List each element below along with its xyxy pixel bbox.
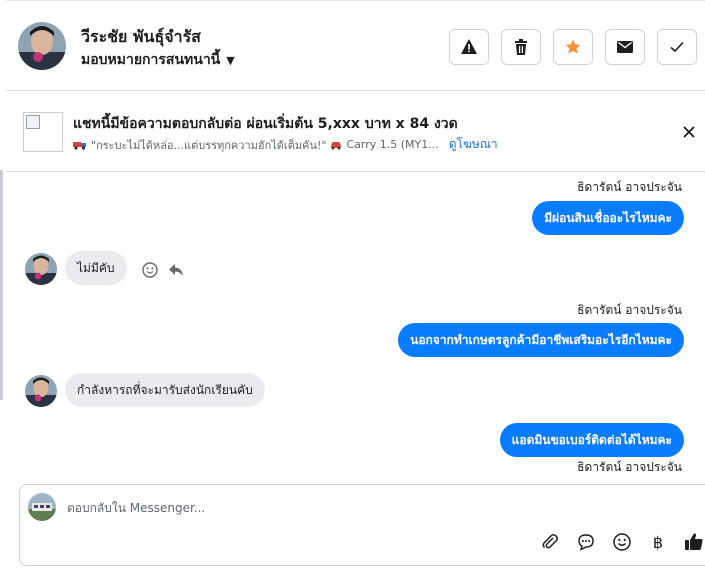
- assign-conversation-dropdown[interactable]: มอบหมายการสนทนานี้ ▼: [81, 49, 235, 71]
- message-sender: ธิดารัตน์ อาจประจัน: [577, 303, 682, 317]
- reply-composer: ฿: [19, 484, 705, 566]
- mail-button[interactable]: [605, 29, 645, 65]
- ad-thumbnail: [23, 112, 63, 152]
- thumbs-up-icon: [685, 533, 703, 550]
- star-button[interactable]: [553, 29, 593, 65]
- incoming-message[interactable]: ไม่มีคับ: [65, 251, 127, 285]
- saved-replies-button[interactable]: [575, 531, 597, 553]
- paperclip-icon: [542, 534, 558, 549]
- close-icon: [683, 126, 695, 138]
- outgoing-message[interactable]: นอกจากทำเกษตรลูกค้ามีอาชีพเสริมอะไรอีกไห…: [398, 323, 684, 357]
- ad-subtitle: "กระบะไม่ได้หล่อ...แต่บรรทุกความฮักได้เต…: [73, 135, 498, 154]
- ad-title: แชทนี้มีข้อความตอบกลับต่อ ผ่อนเริ่มต้น 5…: [73, 116, 458, 132]
- truck-icon: [73, 141, 86, 150]
- comment-icon: [578, 534, 594, 551]
- avatar: [25, 253, 57, 285]
- like-button[interactable]: [683, 531, 705, 553]
- composer-tools: ฿: [539, 531, 705, 553]
- done-button[interactable]: [657, 29, 697, 65]
- conversation-header: วีระชัย พันธุ์จำรัส มอบหมายการสนทนานี้ ▼: [6, 1, 705, 91]
- star-icon: [565, 39, 581, 54]
- page-avatar: [28, 493, 56, 521]
- scrollbar[interactable]: [0, 170, 3, 400]
- message-sender: ธิดารัตน์ อาจประจัน: [577, 460, 682, 474]
- warning-icon: [461, 39, 477, 54]
- outgoing-message[interactable]: มีผ่อนสินเชื่ออะไรไหมคะ: [532, 201, 684, 235]
- check-icon: [670, 41, 684, 53]
- outgoing-message[interactable]: แอดมินขอเบอร์ติดต่อได้ไหมคะ: [499, 423, 684, 457]
- avatar: [25, 375, 57, 407]
- ad-reply-banner: แชทนี้มีข้อความตอบกลับต่อ ผ่อนเริ่มต้น 5…: [6, 92, 705, 172]
- ad-quote: "กระบะไม่ได้หล่อ...แต่บรรทุกความฮักได้เต…: [91, 138, 327, 152]
- attach-button[interactable]: [539, 531, 561, 553]
- delete-button[interactable]: [501, 29, 541, 65]
- caret-down-icon: ▼: [226, 53, 235, 67]
- message-input[interactable]: [67, 497, 627, 519]
- reply-icon[interactable]: [168, 263, 184, 277]
- header-actions: [449, 29, 697, 65]
- baht-icon: ฿: [652, 532, 664, 552]
- message-tools: [142, 262, 184, 278]
- emoji-button[interactable]: [611, 531, 633, 553]
- trash-icon: [515, 39, 527, 55]
- incoming-message[interactable]: กำลังหารถที่จะมารับส่งนักเรียนคับ: [65, 373, 265, 407]
- view-ad-link[interactable]: ดูโฆษณา: [449, 135, 498, 154]
- mail-icon: [617, 41, 633, 53]
- emoji-icon: [613, 533, 631, 551]
- close-banner-button[interactable]: [679, 122, 699, 142]
- message-sender: ธิดารัตน์ อาจประจัน: [577, 180, 682, 194]
- avatar[interactable]: [18, 22, 66, 70]
- payment-button[interactable]: ฿: [647, 531, 669, 553]
- assign-label: มอบหมายการสนทนานี้: [81, 52, 221, 68]
- report-button[interactable]: [449, 29, 489, 65]
- react-emoji-icon[interactable]: [142, 262, 158, 278]
- ad-car-model: Carry 1.5 (MY1...: [346, 138, 439, 151]
- car-icon: [331, 141, 342, 150]
- contact-name: วีระชัย พันธุ์จำรัส: [81, 27, 201, 46]
